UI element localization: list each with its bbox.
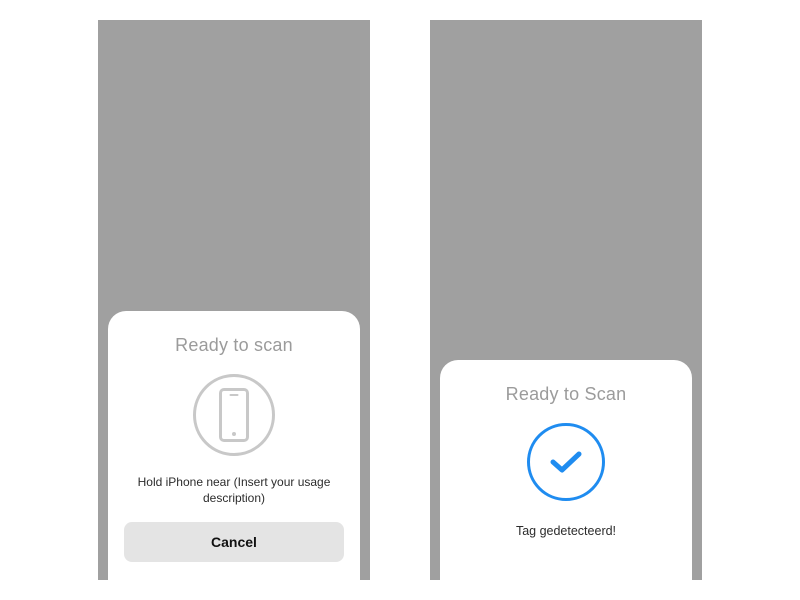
check-svg bbox=[550, 450, 582, 474]
device-frame-left: Ready to scan Hold iPhone near (Insert y… bbox=[98, 20, 370, 580]
sheet-subtitle: Tag gedetecteerd! bbox=[508, 523, 624, 540]
sheet-subtitle: Hold iPhone near (Insert your usage desc… bbox=[124, 474, 344, 506]
sheet-title: Ready to Scan bbox=[506, 384, 627, 405]
cancel-button[interactable]: Cancel bbox=[124, 522, 344, 562]
phone-outline-icon bbox=[193, 374, 275, 456]
checkmark-icon bbox=[527, 423, 605, 501]
nfc-scan-sheet-success: Ready to Scan Tag gedetecteerd! bbox=[440, 360, 692, 580]
nfc-scan-sheet: Ready to scan Hold iPhone near (Insert y… bbox=[108, 311, 360, 580]
phone-shape bbox=[219, 388, 249, 442]
sheet-title: Ready to scan bbox=[175, 335, 293, 356]
device-frame-right: Ready to Scan Tag gedetecteerd! bbox=[430, 20, 702, 580]
